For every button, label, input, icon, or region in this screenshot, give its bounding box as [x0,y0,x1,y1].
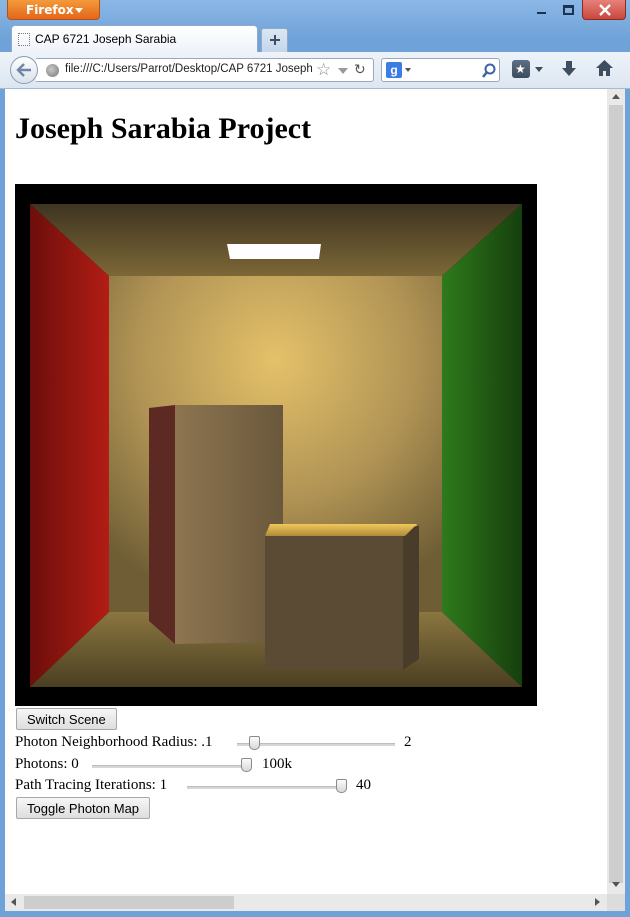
scroll-right-icon[interactable] [595,898,600,906]
page-content: Joseph Sarabia Project Switch Scene Phot… [5,89,607,894]
home-icon[interactable] [595,59,614,77]
google-search-icon[interactable]: g [386,62,402,78]
bookmarks-dropdown-icon[interactable] [535,67,543,72]
scroll-down-icon[interactable] [612,882,620,887]
globe-icon [46,64,59,77]
bookmark-star-icon[interactable]: ☆ [316,61,331,79]
search-bar[interactable]: g [381,58,500,82]
scrollbar-corner [607,894,625,911]
reload-icon[interactable]: ↻ [354,62,366,78]
back-button[interactable] [10,56,38,84]
photons-slider[interactable] [92,758,252,774]
navigation-toolbar: file:///C:/Users/Parrot/Desktop/CAP 6721… [0,52,630,89]
path-tracing-slider[interactable] [187,779,347,795]
back-arrow-icon [16,63,31,77]
photon-radius-row: Photon Neighborhood Radius: .1 2 [15,734,435,754]
path-tracing-max-label: 40 [356,777,371,793]
download-icon[interactable] [560,60,578,78]
page-icon [18,33,30,46]
path-tracing-row: Path Tracing Iterations: 1 40 [15,777,435,797]
url-text[interactable]: file:///C:/Users/Parrot/Desktop/CAP 6721… [65,63,313,75]
search-engine-dropdown-icon[interactable] [405,68,411,72]
title-bar: Firefox [0,0,630,24]
slider-track [92,765,252,768]
switch-scene-button[interactable]: Switch Scene [16,708,117,730]
photons-label: Photons: 0 [15,756,79,772]
tab-active[interactable]: CAP 6721 Joseph Sarabia [11,25,258,53]
search-icon[interactable] [482,63,496,78]
slider-thumb[interactable] [249,736,260,750]
slider-thumb[interactable] [241,758,252,772]
slider-track [237,743,395,746]
render-canvas[interactable] [15,184,537,706]
scroll-up-icon[interactable] [612,94,620,99]
scroll-left-icon[interactable] [11,898,16,906]
browser-window: Firefox CAP 6721 Joseph Sarabia file:///… [0,0,630,917]
horizontal-scrollbar[interactable] [5,894,607,911]
maximize-button[interactable] [555,0,582,20]
photons-max-label: 100k [262,756,292,772]
tab-label: CAP 6721 Joseph Sarabia [35,32,177,46]
slider-thumb[interactable] [336,779,347,793]
toggle-photon-map-button[interactable]: Toggle Photon Map [16,797,151,819]
chevron-down-icon [75,8,83,13]
page-title: Joseph Sarabia Project [15,112,312,145]
history-dropdown-icon[interactable] [338,68,348,74]
photon-radius-max-label: 2 [404,734,412,750]
firefox-menu-button[interactable]: Firefox [7,0,100,20]
close-window-button[interactable] [582,0,626,20]
slider-track [187,786,347,789]
photon-radius-slider[interactable] [237,736,395,752]
firefox-menu-label: Firefox [26,3,74,17]
cornell-box-render [30,204,522,687]
horizontal-scroll-thumb[interactable] [24,896,234,909]
vertical-scrollbar[interactable] [607,89,625,894]
url-bar[interactable]: file:///C:/Users/Parrot/Desktop/CAP 6721… [36,58,374,82]
vertical-scroll-thumb[interactable] [609,105,623,883]
bookmarks-menu-icon[interactable] [512,60,530,78]
close-icon [599,4,611,16]
path-tracing-label: Path Tracing Iterations: 1 [15,777,168,793]
new-tab-button[interactable] [261,28,288,52]
photon-radius-label: Photon Neighborhood Radius: .1 [15,734,213,750]
photons-row: Photons: 0 100k [15,756,435,776]
minimize-button[interactable] [528,0,555,20]
